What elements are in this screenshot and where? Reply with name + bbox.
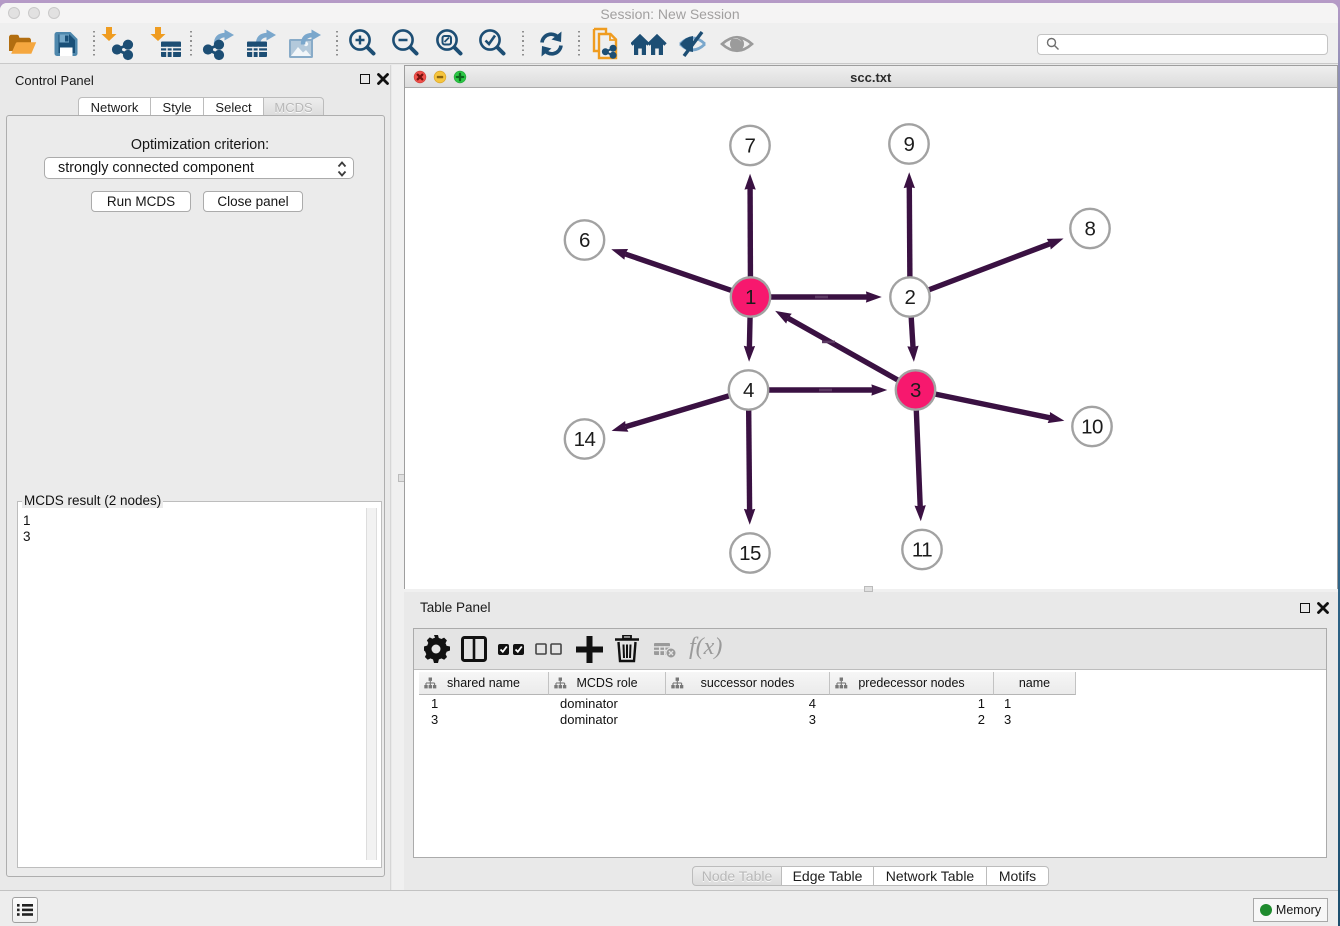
- svg-text:8: 8: [1085, 218, 1096, 241]
- svg-text:4: 4: [743, 379, 754, 402]
- svg-text:10: 10: [1081, 416, 1103, 439]
- svg-text:11: 11: [912, 539, 932, 562]
- svg-text:3: 3: [910, 379, 921, 402]
- svg-text:9: 9: [904, 133, 915, 156]
- svg-text:14: 14: [574, 428, 596, 451]
- svg-text:1: 1: [745, 286, 756, 309]
- svg-text:2: 2: [905, 286, 916, 309]
- svg-text:6: 6: [579, 229, 590, 252]
- svg-text:15: 15: [739, 542, 761, 565]
- svg-text:7: 7: [745, 135, 756, 158]
